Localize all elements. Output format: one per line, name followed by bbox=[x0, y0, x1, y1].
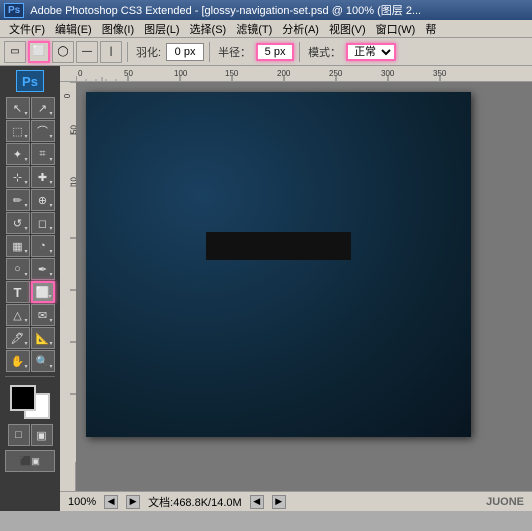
tool-row-10: △▾ ✉▾ bbox=[6, 304, 55, 326]
toolbox-sep bbox=[5, 376, 55, 377]
status-arrow-left[interactable]: ◀ bbox=[250, 495, 264, 509]
tool-notes[interactable]: ✉▾ bbox=[31, 304, 55, 326]
svg-text:0: 0 bbox=[78, 69, 83, 78]
svg-text:200: 200 bbox=[277, 69, 291, 78]
tool-arrow[interactable]: ↖▾ bbox=[6, 97, 30, 119]
tool-dodge[interactable]: ○▾ bbox=[6, 258, 30, 280]
tool-heal[interactable]: ✚▾ bbox=[31, 166, 55, 188]
tool-row-2: ⬚▾ ⌒▾ bbox=[6, 120, 55, 142]
menu-edit[interactable]: 编辑(E) bbox=[50, 20, 97, 37]
tool-pen[interactable]: ✒▾ bbox=[31, 258, 55, 280]
svg-text:100: 100 bbox=[174, 69, 188, 78]
feather-input[interactable] bbox=[166, 43, 204, 61]
tool-row-3: ✦▾ ⌗▾ bbox=[6, 143, 55, 165]
tool-direct-select[interactable]: ↗▾ bbox=[31, 97, 55, 119]
watermark: JUONE bbox=[486, 496, 524, 508]
toolbar-sep3 bbox=[299, 42, 300, 62]
toolbar-marquee-1row[interactable]: — bbox=[76, 41, 98, 63]
radius-input[interactable] bbox=[256, 43, 294, 61]
status-bar: 100% ◀ ▶ 文档:468.8K/14.0M ◀ ▶ JUONE bbox=[60, 491, 532, 511]
ruler-vertical: 0 50 10 bbox=[60, 82, 76, 491]
menu-file[interactable]: 文件(F) bbox=[4, 20, 50, 37]
radius-label: 半径： bbox=[218, 44, 251, 60]
tool-gradient[interactable]: ▦▾ bbox=[6, 235, 30, 257]
tool-row-4: ⊹▾ ✚▾ bbox=[6, 166, 55, 188]
tool-blur[interactable]: ◔▾ bbox=[31, 235, 55, 257]
svg-text:350: 350 bbox=[433, 69, 447, 78]
tool-stamp[interactable]: ⊕▾ bbox=[31, 189, 55, 211]
tool-standard-mode[interactable]: □ bbox=[8, 424, 30, 446]
tool-slice[interactable]: ⊹▾ bbox=[6, 166, 30, 188]
menu-window[interactable]: 窗口(W) bbox=[371, 20, 421, 37]
tool-brush[interactable]: ✏▾ bbox=[6, 189, 30, 211]
tool-path-select[interactable]: ⬜▾ bbox=[31, 281, 55, 303]
canvas-area: 0 50 100 150 200 250 300 350 bbox=[60, 66, 532, 511]
menu-image[interactable]: 图像(I) bbox=[97, 20, 139, 37]
tool-row-7: ▦▾ ◔▾ bbox=[6, 235, 55, 257]
toolbar-marquee-rect[interactable]: ▭ bbox=[4, 41, 26, 63]
tool-rect-select[interactable]: ⬚▾ bbox=[6, 120, 30, 142]
nav-next[interactable]: ▶ bbox=[126, 495, 140, 509]
canvas-shape-rect bbox=[206, 232, 351, 260]
tool-shape[interactable]: △▾ bbox=[6, 304, 30, 326]
feather-label: 羽化: bbox=[136, 44, 161, 60]
tool-eraser[interactable]: ◻▾ bbox=[31, 212, 55, 234]
menu-select[interactable]: 选择(S) bbox=[185, 20, 232, 37]
svg-text:0: 0 bbox=[63, 93, 72, 98]
tool-screen-mode[interactable]: ⬛▣ bbox=[5, 450, 55, 472]
tool-eyedropper[interactable]: 🖋▾ bbox=[6, 327, 30, 349]
toolbar-marquee-rounded[interactable]: ⬜ bbox=[28, 41, 50, 63]
tool-zoom[interactable]: 🔍▾ bbox=[31, 350, 55, 372]
color-swatch bbox=[10, 385, 50, 419]
tool-hand[interactable]: ✋▾ bbox=[6, 350, 30, 372]
tool-quick-select[interactable]: ✦▾ bbox=[6, 143, 30, 165]
tool-row-5: ✏▾ ⊕▾ bbox=[6, 189, 55, 211]
ruler-horizontal: 0 50 100 150 200 250 300 350 bbox=[60, 66, 532, 82]
window-title: Adobe Photoshop CS3 Extended - [glossy-n… bbox=[30, 2, 421, 18]
tool-lasso[interactable]: ⌒▾ bbox=[31, 120, 55, 142]
menu-filter[interactable]: 滤镜(T) bbox=[231, 20, 277, 37]
menu-view[interactable]: 视图(V) bbox=[324, 20, 371, 37]
tool-row-1: ↖▾ ↗▾ bbox=[6, 97, 55, 119]
ruler-v-and-canvas: 0 50 10 bbox=[60, 82, 532, 491]
tool-quick-mask[interactable]: ▣ bbox=[31, 424, 53, 446]
tool-row-12: ✋▾ 🔍▾ bbox=[6, 350, 55, 372]
tool-type[interactable]: T bbox=[6, 281, 30, 303]
toolbar-sep2 bbox=[209, 42, 210, 62]
canvas[interactable] bbox=[86, 92, 471, 437]
toolbar-marquee-ellipse[interactable]: ◯ bbox=[52, 41, 74, 63]
status-arrow-right[interactable]: ▶ bbox=[272, 495, 286, 509]
toolbar-sep1 bbox=[127, 42, 128, 62]
toolbox-ps-logo: Ps bbox=[16, 70, 44, 92]
tool-row-6: ↺▾ ◻▾ bbox=[6, 212, 55, 234]
mode-select[interactable]: 正常 bbox=[346, 43, 396, 61]
svg-text:150: 150 bbox=[225, 69, 239, 78]
toolbar: ▭ ⬜ ◯ — | 羽化: 半径： 模式： 正常 bbox=[0, 38, 532, 66]
toolbox: Ps ↖▾ ↗▾ ⬚▾ ⌒▾ ✦▾ ⌗▾ ⊹▾ ✚▾ ✏▾ ⊕▾ ↺▾ ◻▾ ▦… bbox=[0, 66, 60, 511]
menu-analysis[interactable]: 分析(A) bbox=[277, 20, 324, 37]
menu-help[interactable]: 帮 bbox=[420, 20, 441, 37]
doc-info: 文档:468.8K/14.0M bbox=[148, 494, 242, 510]
foreground-color[interactable] bbox=[10, 385, 36, 411]
tool-row-8: ○▾ ✒▾ bbox=[6, 258, 55, 280]
tool-history[interactable]: ↺▾ bbox=[6, 212, 30, 234]
mode-label: 模式： bbox=[308, 44, 341, 60]
svg-text:50: 50 bbox=[124, 69, 133, 78]
tool-row-9: T ⬜▾ bbox=[6, 281, 55, 303]
tool-measure[interactable]: 📐▾ bbox=[31, 327, 55, 349]
ps-logo: Ps bbox=[4, 3, 24, 18]
tool-row-11: 🖋▾ 📐▾ bbox=[6, 327, 55, 349]
toolbar-marquee-1col[interactable]: | bbox=[100, 41, 122, 63]
svg-text:250: 250 bbox=[329, 69, 343, 78]
nav-prev[interactable]: ◀ bbox=[104, 495, 118, 509]
main-area: Ps ↖▾ ↗▾ ⬚▾ ⌒▾ ✦▾ ⌗▾ ⊹▾ ✚▾ ✏▾ ⊕▾ ↺▾ ◻▾ ▦… bbox=[0, 66, 532, 511]
menu-layer[interactable]: 图层(L) bbox=[139, 20, 184, 37]
canvas-wrapper bbox=[76, 82, 532, 491]
zoom-level: 100% bbox=[68, 496, 96, 508]
tool-crop[interactable]: ⌗▾ bbox=[31, 143, 55, 165]
menu-bar: 文件(F) 编辑(E) 图像(I) 图层(L) 选择(S) 滤镜(T) 分析(A… bbox=[0, 20, 532, 38]
title-bar: Ps Adobe Photoshop CS3 Extended - [gloss… bbox=[0, 0, 532, 20]
svg-text:300: 300 bbox=[381, 69, 395, 78]
tool-row-mode: □ ▣ bbox=[8, 424, 53, 446]
